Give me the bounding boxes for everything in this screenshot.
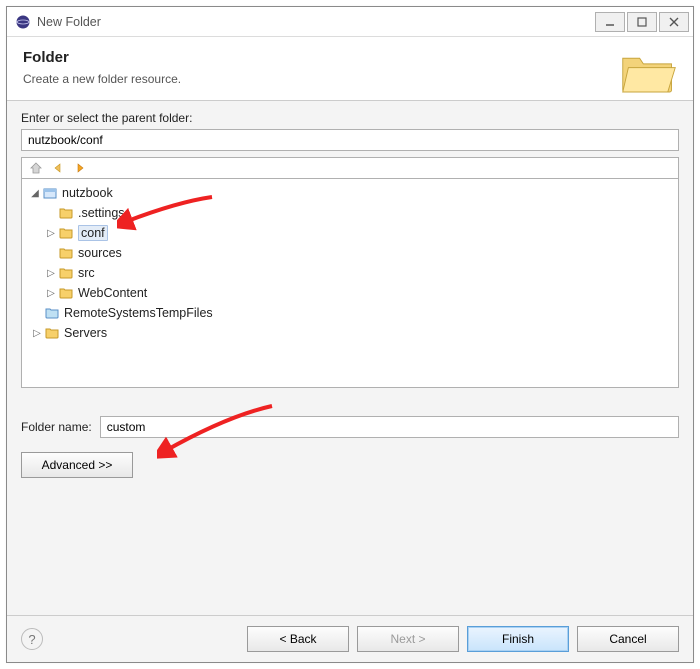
tree-label: WebContent bbox=[78, 286, 147, 300]
tree-expand-icon[interactable] bbox=[30, 308, 44, 319]
back-button[interactable]: < Back bbox=[247, 626, 349, 652]
folder-icon bbox=[58, 205, 74, 221]
eclipse-icon bbox=[15, 14, 31, 30]
tree-node-src[interactable]: ▷ src bbox=[24, 263, 676, 283]
folder-icon bbox=[44, 325, 60, 341]
dialog-header: Folder Create a new folder resource. bbox=[7, 37, 693, 101]
dialog-body: Enter or select the parent folder: ◢ nut… bbox=[7, 101, 693, 615]
folder-name-label: Folder name: bbox=[21, 420, 92, 434]
close-button[interactable] bbox=[659, 12, 689, 32]
tree-node-root[interactable]: ◢ nutzbook bbox=[24, 183, 676, 203]
tree-label: sources bbox=[78, 246, 122, 260]
folder-icon bbox=[58, 285, 74, 301]
tree-node-servers[interactable]: ▷ Servers bbox=[24, 323, 676, 343]
tree-label: RemoteSystemsTempFiles bbox=[64, 306, 213, 320]
next-button: Next > bbox=[357, 626, 459, 652]
folder-icon bbox=[58, 225, 74, 241]
parent-folder-label: Enter or select the parent folder: bbox=[21, 111, 679, 125]
advanced-button[interactable]: Advanced >> bbox=[21, 452, 133, 478]
tree-node-remote[interactable]: RemoteSystemsTempFiles bbox=[24, 303, 676, 323]
page-subtitle: Create a new folder resource. bbox=[23, 72, 677, 86]
tree-node-sources[interactable]: sources bbox=[24, 243, 676, 263]
home-icon[interactable] bbox=[28, 160, 44, 176]
folder-open-icon bbox=[619, 47, 679, 97]
tree-label: Servers bbox=[64, 326, 107, 340]
tree-collapse-icon[interactable]: ◢ bbox=[28, 188, 42, 199]
parent-folder-input[interactable] bbox=[21, 129, 679, 151]
folder-icon bbox=[58, 245, 74, 261]
forward-arrow-icon[interactable] bbox=[72, 160, 88, 176]
tree-node-settings[interactable]: .settings bbox=[24, 203, 676, 223]
tree-toolbar bbox=[21, 157, 679, 178]
tree-label: .settings bbox=[78, 206, 125, 220]
tree-expand-icon[interactable]: ▷ bbox=[44, 228, 58, 239]
tree-node-conf[interactable]: ▷ conf bbox=[24, 223, 676, 243]
tree-node-webcontent[interactable]: ▷ WebContent bbox=[24, 283, 676, 303]
folder-icon bbox=[44, 305, 60, 321]
dialog-window: New Folder Folder Create a new folder re… bbox=[6, 6, 694, 663]
tree-label: conf bbox=[78, 225, 108, 241]
tree-expand-icon[interactable]: ▷ bbox=[30, 328, 44, 339]
folder-icon bbox=[58, 265, 74, 281]
help-icon[interactable]: ? bbox=[21, 628, 43, 650]
tree-label: src bbox=[78, 266, 95, 280]
finish-button[interactable]: Finish bbox=[467, 626, 569, 652]
cancel-button[interactable]: Cancel bbox=[577, 626, 679, 652]
page-title: Folder bbox=[23, 49, 677, 66]
titlebar: New Folder bbox=[7, 7, 693, 37]
back-arrow-icon[interactable] bbox=[50, 160, 66, 176]
tree-expand-icon[interactable]: ▷ bbox=[44, 268, 58, 279]
tree-label: nutzbook bbox=[62, 186, 113, 200]
tree-expand-icon[interactable]: ▷ bbox=[44, 288, 58, 299]
minimize-button[interactable] bbox=[595, 12, 625, 32]
dialog-footer: ? < Back Next > Finish Cancel bbox=[7, 615, 693, 662]
window-title: New Folder bbox=[37, 15, 593, 29]
maximize-button[interactable] bbox=[627, 12, 657, 32]
folder-name-input[interactable] bbox=[100, 416, 679, 438]
folder-tree[interactable]: ◢ nutzbook .settings ▷ conf sources ▷ sr… bbox=[21, 178, 679, 388]
project-icon bbox=[42, 185, 58, 201]
